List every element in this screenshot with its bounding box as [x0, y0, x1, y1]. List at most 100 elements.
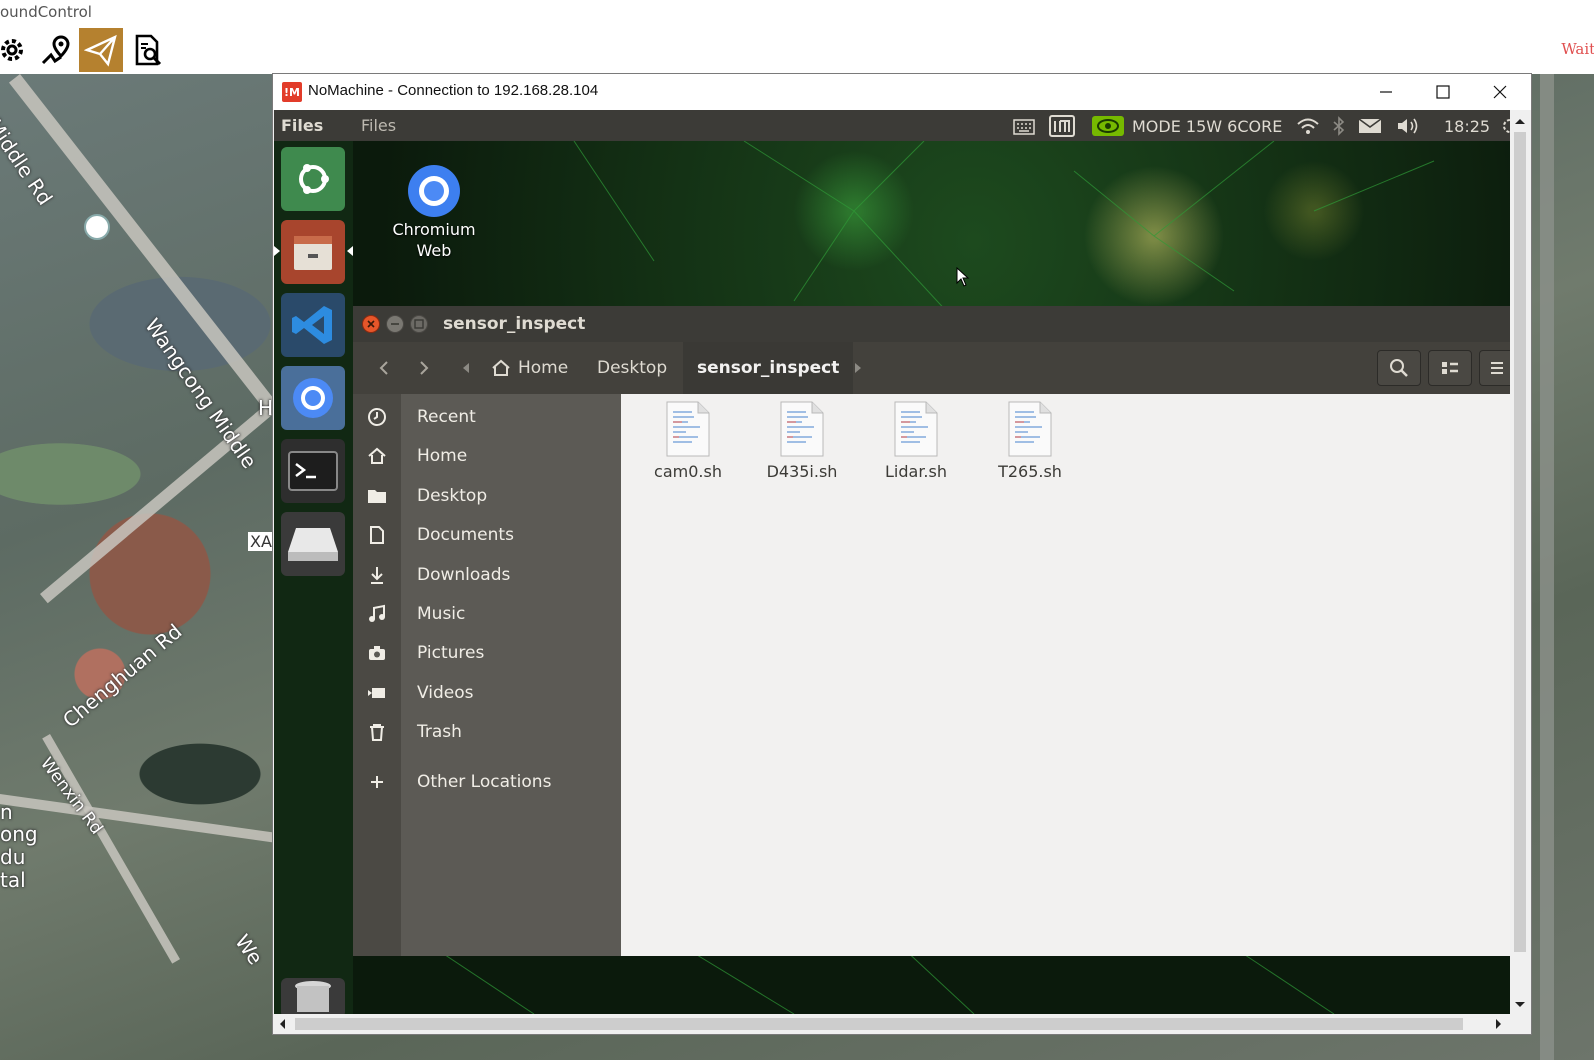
script-file-icon [894, 401, 938, 457]
sidebar-item-desktop[interactable]: Desktop [353, 477, 621, 515]
vertical-scroll-thumb[interactable] [1514, 132, 1526, 952]
vertical-scrollbar[interactable] [1510, 110, 1530, 1014]
bluetooth-tray[interactable] [1332, 115, 1346, 137]
files-close-button[interactable] [362, 315, 380, 333]
sidebar-item-home[interactable]: Home [353, 437, 621, 475]
sidebar-item-recent[interactable]: Recent [353, 398, 621, 436]
volume-tray[interactable] [1396, 115, 1422, 137]
sidebar-item-label: Desktop [417, 486, 488, 506]
map-label: XA [248, 532, 274, 551]
ubuntu-top-panel: Files Files MODE 15W 6CORE 18:25 [274, 110, 1510, 141]
sidebar-item-downloads[interactable]: Downloads [353, 556, 621, 594]
horizontal-scroll-thumb[interactable] [295, 1018, 1463, 1030]
chromium-icon [408, 165, 460, 217]
search-button[interactable] [1377, 350, 1421, 386]
nomachine-tray[interactable] [1049, 115, 1075, 137]
sidebar-item-music[interactable]: Music [353, 595, 621, 633]
launcher-vscode[interactable] [281, 293, 345, 357]
download-icon [366, 564, 388, 586]
settings-icon [1503, 119, 1510, 133]
sidebar-item-trash[interactable]: Trash [353, 713, 621, 751]
wifi-icon [1297, 118, 1319, 134]
settings-button[interactable] [0, 28, 34, 72]
ubuntu-dash-icon [299, 164, 329, 194]
home-icon [492, 359, 510, 376]
mail-tray[interactable] [1358, 115, 1382, 137]
launcher-trash[interactable] [281, 978, 345, 1014]
files-icon [294, 236, 332, 270]
search-icon [1390, 359, 1408, 377]
breadcrumb-label: Home [518, 358, 569, 378]
files-maximize-button[interactable] [410, 315, 428, 333]
triangle-left-icon [463, 363, 469, 373]
launcher-files[interactable] [281, 220, 345, 284]
sidebar-item-pictures[interactable]: Pictures [353, 634, 621, 672]
remote-desktop[interactable]: Files Files MODE 15W 6CORE 18:25 Chromiu… [274, 110, 1510, 1014]
fly-button[interactable] [79, 28, 123, 72]
minimize-icon [1380, 91, 1392, 93]
music-icon [366, 603, 388, 625]
maximize-button[interactable] [1416, 74, 1470, 110]
breadcrumb-current[interactable]: sensor_inspect [683, 342, 854, 394]
clock-icon [366, 406, 388, 428]
system-menu-tray[interactable] [1500, 115, 1510, 137]
volume-icon [1398, 118, 1418, 134]
files-minimize-button[interactable] [386, 315, 404, 333]
wifi-tray[interactable] [1296, 115, 1320, 137]
document-icon [366, 524, 388, 546]
launcher-terminal[interactable] [281, 439, 345, 503]
launcher-drive[interactable] [281, 512, 345, 576]
gear-icon [1, 39, 23, 61]
file-item[interactable]: Lidar.sh [866, 400, 966, 481]
sidebar-item-label: Recent [417, 407, 476, 427]
app-menu-files[interactable]: Files [361, 116, 396, 135]
sidebar-item-videos[interactable]: Videos [353, 674, 621, 712]
close-button[interactable] [1473, 74, 1527, 110]
back-button[interactable] [367, 352, 401, 384]
file-name: Lidar.sh [885, 462, 947, 481]
map-label: Wenxin Rd [36, 754, 107, 839]
file-item[interactable]: cam0.sh [638, 400, 738, 481]
file-item[interactable]: T265.sh [980, 400, 1080, 481]
video-icon [366, 682, 388, 704]
file-name: cam0.sh [654, 462, 722, 481]
triangle-right-icon [855, 363, 861, 373]
sidebar-item-label: Downloads [417, 565, 511, 585]
sidebar-item-label: Music [417, 604, 466, 624]
breadcrumb-desktop[interactable]: Desktop [583, 342, 681, 394]
keyboard-tray[interactable] [1012, 115, 1036, 137]
sidebar-item-documents[interactable]: Documents [353, 516, 621, 554]
nomachine-titlebar[interactable]: !M NoMachine - Connection to 192.168.28.… [273, 74, 1531, 110]
forward-button[interactable] [407, 352, 441, 384]
files-content-area[interactable]: cam0.sh D435i.sh Lidar.sh T265.sh [623, 394, 1510, 956]
desktop-icon-chromium[interactable]: Chromium Web [379, 163, 489, 261]
path-scroll-left[interactable] [455, 352, 477, 384]
path-scroll-right[interactable] [847, 352, 869, 384]
horizontal-scrollbar[interactable] [273, 1014, 1510, 1034]
power-mode-tray[interactable]: MODE 15W 6CORE [1092, 115, 1282, 137]
close-icon [367, 320, 375, 328]
connection-status: Waiti [1561, 40, 1594, 58]
sidebar-item-label: Videos [417, 683, 474, 703]
analyze-button[interactable] [126, 28, 170, 72]
chevron-right-icon [420, 361, 429, 375]
script-file-icon [1008, 401, 1052, 457]
map-label: Chenghuan Rd [58, 619, 187, 733]
minimize-button[interactable] [1359, 74, 1413, 110]
file-name: T265.sh [998, 462, 1062, 481]
view-toggle-button[interactable] [1428, 350, 1472, 386]
sidebar-item-label: Documents [417, 525, 514, 545]
vehicle-marker[interactable] [84, 214, 110, 240]
launcher-chromium[interactable] [281, 366, 345, 430]
menu-button[interactable] [1479, 350, 1510, 386]
vscode-icon [292, 306, 332, 344]
clock[interactable]: 18:25 [1444, 115, 1490, 137]
file-item[interactable]: D435i.sh [752, 400, 852, 481]
files-titlebar[interactable]: sensor_inspect [353, 306, 1510, 342]
clock-time: 18:25 [1444, 116, 1491, 136]
active-app-name: Files [281, 116, 324, 135]
sidebar-item-other-locations[interactable]: Other Locations [353, 763, 621, 801]
plan-button[interactable] [34, 28, 78, 72]
launcher-dash[interactable] [281, 147, 345, 211]
breadcrumb-home[interactable]: Home [477, 342, 582, 394]
